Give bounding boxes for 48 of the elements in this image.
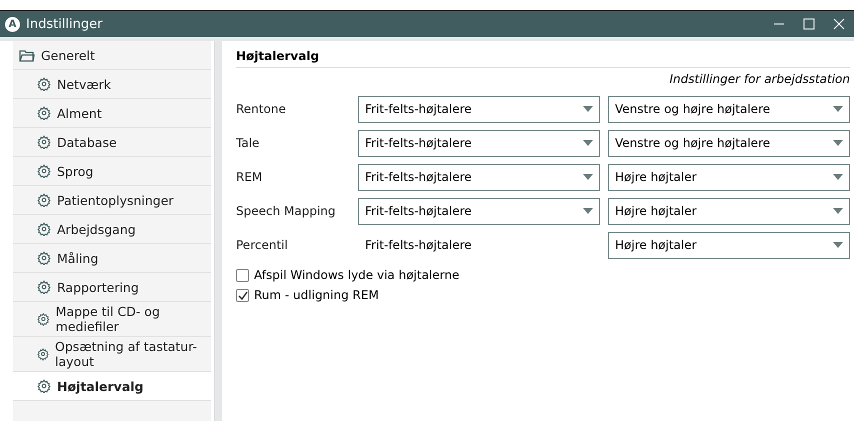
caret-icon	[833, 242, 843, 248]
gear-icon	[37, 251, 51, 265]
gear-icon	[37, 347, 50, 361]
gear-icon	[37, 312, 50, 326]
checkbox[interactable]	[236, 268, 249, 282]
row-label: Percentil	[236, 238, 289, 252]
gear-icon	[37, 135, 51, 149]
sidebar-item[interactable]: Højtalervalg	[13, 372, 211, 401]
checkbox[interactable]	[236, 288, 249, 302]
window-title: Indstillinger	[26, 16, 104, 32]
check-icon	[238, 290, 248, 300]
gear-icon	[37, 379, 51, 393]
checkbox-label: Afspil Windows lyde via højtalerne	[254, 268, 460, 282]
side-dropdown[interactable]: Venstre og højre højtalere	[608, 96, 850, 122]
caret-icon	[583, 106, 593, 112]
row-label: Rentone	[236, 102, 287, 116]
caret-icon	[833, 208, 843, 214]
speaker-dropdown[interactable]: Frit-felts-højtalere	[358, 96, 600, 122]
gear-icon	[37, 222, 51, 236]
checkbox-label: Rum - udligning REM	[254, 288, 379, 302]
row-label: Tale	[236, 136, 260, 150]
section-subtitle: Indstillinger for arbejdsstation	[668, 72, 850, 86]
gear-icon	[37, 106, 51, 120]
caret-icon	[833, 140, 843, 146]
folder-icon	[19, 48, 35, 62]
maximize-icon	[803, 18, 815, 30]
speaker-dropdown[interactable]: Frit-felts-højtalere	[358, 164, 600, 190]
caret-icon	[583, 208, 593, 214]
side-dropdown[interactable]: Venstre og højre højtalere	[608, 130, 850, 156]
speaker-dropdown[interactable]: Frit-felts-højtalere	[358, 198, 600, 224]
row-label: REM	[236, 170, 264, 184]
speaker-dropdown[interactable]: Frit-felts-højtalere	[358, 130, 600, 156]
gear-icon	[37, 193, 51, 207]
gear-icon	[37, 77, 51, 91]
side-dropdown[interactable]: Højre højtaler	[608, 198, 850, 224]
gear-icon	[37, 164, 51, 178]
caret-icon	[583, 174, 593, 180]
caret-icon	[583, 140, 593, 146]
gear-icon	[37, 280, 51, 294]
app-logo: A	[5, 16, 20, 32]
caret-icon	[833, 106, 843, 112]
row-label: Speech Mapping	[236, 204, 337, 218]
caret-icon	[833, 174, 843, 180]
speaker-value: Frit-felts-højtalere	[364, 238, 473, 252]
side-dropdown[interactable]: Højre højtaler	[608, 164, 850, 190]
section-title: Højtalervalg	[236, 49, 850, 68]
close-icon	[833, 18, 845, 30]
side-dropdown[interactable]: Højre højtaler	[608, 232, 850, 258]
